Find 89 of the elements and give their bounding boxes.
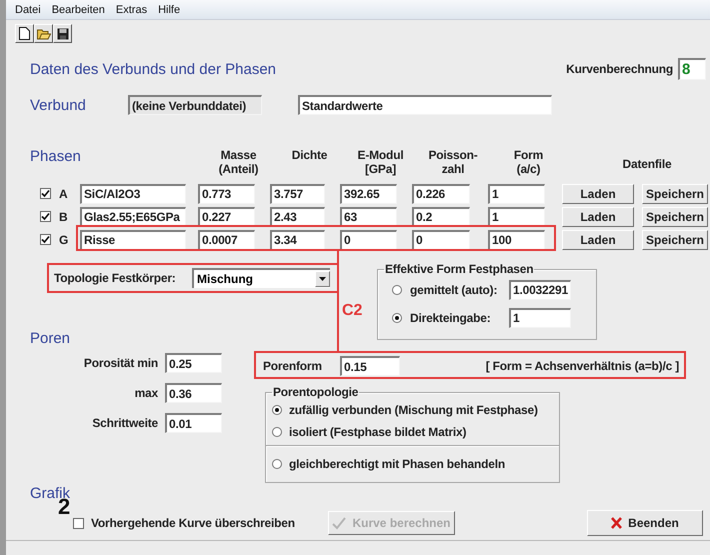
cross-icon	[611, 517, 622, 529]
radio-button[interactable]	[272, 405, 282, 415]
new-document-icon	[19, 27, 30, 40]
pore-shape-note: [ Form = Achsenverhältnis (a=b)/c ]	[486, 359, 679, 373]
toolbar-button[interactable]	[15, 24, 34, 43]
load-button[interactable]: Laden	[562, 206, 634, 226]
toolbar-button[interactable]	[53, 24, 72, 43]
value-field[interactable]: 3.757	[270, 184, 325, 204]
porosity-label: Porosität min	[82, 356, 158, 370]
curve-count-field[interactable]: 8	[678, 58, 706, 80]
phase-name-field[interactable]: Risse	[80, 230, 186, 250]
group-title: Effektive Form Festphasen	[384, 262, 534, 276]
column-header: zahl	[442, 162, 464, 176]
group-title: Porentopologie	[272, 385, 360, 399]
value-field[interactable]: 63	[340, 206, 397, 226]
value-field[interactable]: 1	[488, 206, 545, 226]
pore-shape-label: Porenform	[263, 359, 323, 373]
menu-item[interactable]: Bearbeiten	[52, 4, 105, 16]
checkbox[interactable]	[40, 211, 51, 222]
column-header: (a/c)	[516, 162, 540, 176]
checkbox[interactable]	[73, 518, 84, 528]
shape-value-field[interactable]: 1.0032291	[509, 280, 571, 300]
menu-item[interactable]: Extras	[116, 4, 148, 16]
shape-value-field[interactable]: 1	[509, 308, 571, 328]
porosity-label: max	[134, 386, 158, 400]
column-header: E-Modul	[358, 148, 404, 162]
value-field[interactable]: 392.65	[340, 184, 397, 204]
column-header: Masse	[220, 148, 256, 162]
checkbox[interactable]	[40, 234, 51, 245]
phase-name-field[interactable]: SiC/Al2O3	[80, 184, 186, 204]
callout-label: C2	[342, 302, 362, 320]
column-header: [GPa]	[364, 162, 396, 176]
checkbox-label: Vorhergehende Kurve überschreiben	[91, 516, 295, 530]
value-field[interactable]: 0.226	[412, 184, 470, 204]
column-header: Dichte	[292, 148, 328, 162]
porosity-field[interactable]: 0.25	[165, 353, 222, 373]
section-heading: Phasen	[30, 148, 82, 165]
column-header: Datenfile	[622, 157, 672, 171]
value-field[interactable]: 0	[340, 230, 397, 250]
topology-dropdown[interactable]: Mischung	[192, 268, 330, 288]
toolbar-button[interactable]	[34, 24, 53, 43]
radio-label: isoliert (Festphase bildet Matrix)	[289, 425, 466, 439]
pore-shape-field[interactable]: 0.15	[340, 356, 400, 376]
value-field[interactable]: 0.0007	[198, 230, 255, 250]
value-field[interactable]: 1	[488, 184, 545, 204]
exit-button[interactable]: Beenden	[587, 510, 703, 536]
load-button[interactable]: Laden	[562, 184, 634, 204]
value-field[interactable]: 100	[488, 230, 545, 250]
column-header: (Anteil)	[218, 162, 258, 176]
caret-icon	[319, 277, 326, 281]
radio-button[interactable]	[392, 284, 402, 294]
composite-file-field[interactable]: (keine Verbunddatei)	[128, 95, 262, 115]
porosity-label: Schrittweite	[91, 416, 158, 430]
phase-letter: B	[59, 210, 68, 224]
radio-button[interactable]	[272, 427, 282, 437]
porosity-field[interactable]: 0.01	[165, 413, 222, 433]
topology-label: Topologie Festkörper:	[54, 271, 176, 285]
value-field[interactable]: 0.2	[412, 206, 470, 226]
curve-count-label: Kurvenberechnung	[566, 62, 673, 76]
radio-button[interactable]	[272, 459, 282, 469]
phase-name-field[interactable]: Glas2.55;E65GPa	[80, 206, 186, 226]
radio-button[interactable]	[392, 312, 402, 322]
column-header: Poisson-	[428, 148, 478, 162]
save-button[interactable]: Speichern	[642, 206, 708, 226]
checkmark-icon	[332, 516, 346, 530]
form-title: Daten des Verbunds und der Phasen	[30, 60, 276, 78]
phase-letter: A	[59, 186, 68, 200]
section-heading: Verbund	[30, 96, 87, 114]
save-button[interactable]: Speichern	[642, 184, 708, 204]
value-field[interactable]: 0.227	[198, 206, 255, 226]
column-header: Form	[514, 148, 544, 162]
radio-label: gemittelt (auto):	[410, 282, 498, 296]
folder-icon	[36, 28, 50, 40]
checkbox[interactable]	[40, 188, 51, 199]
radio-label: zufällig verbunden (Mischung mit Festphase)	[289, 403, 538, 417]
radio-label: gleichberechtigt mit Phasen behandeln	[289, 457, 505, 471]
save-button[interactable]: Speichern	[642, 230, 708, 250]
composite-name-field[interactable]: Standardwerte	[298, 95, 552, 115]
phase-letter: G	[59, 232, 70, 246]
value-field[interactable]: 3.34	[270, 230, 325, 250]
menu-item[interactable]: Hilfe	[158, 4, 180, 16]
radio-label: Direkteingabe:	[410, 310, 492, 324]
section-heading: Poren	[30, 330, 72, 347]
value-field[interactable]: 0	[412, 230, 470, 250]
menu-item[interactable]: Datei	[15, 4, 41, 16]
load-button[interactable]: Laden	[562, 230, 634, 250]
value-field[interactable]: 2.43	[270, 206, 325, 226]
porosity-field[interactable]: 0.36	[165, 383, 222, 403]
value-field[interactable]: 0.773	[198, 184, 255, 204]
